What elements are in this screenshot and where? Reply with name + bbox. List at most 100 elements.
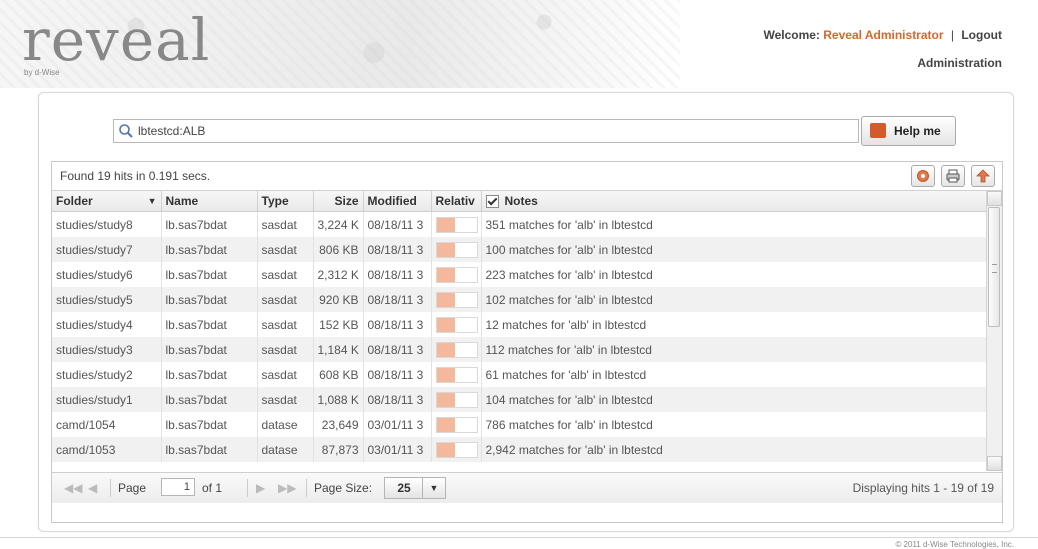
administration-link[interactable]: Administration	[917, 56, 1002, 70]
modified-cell: 08/18/11 3	[363, 312, 432, 337]
folder-cell: studies/study6	[52, 262, 162, 287]
logout-link[interactable]: Logout	[961, 28, 1002, 42]
displaying-hits-label: Displaying hits 1 - 19 of 19	[852, 481, 994, 495]
search-box[interactable]	[113, 119, 859, 143]
column-header-folder[interactable]: Folder ▼	[52, 191, 162, 212]
page-count-label: of 1	[202, 481, 223, 495]
name-cell: lb.sas7bdat	[161, 437, 258, 462]
prev-page-icon[interactable]: ◀	[88, 481, 102, 495]
name-cell: lb.sas7bdat	[161, 237, 258, 262]
relevance-bar-fill	[436, 417, 455, 432]
user-name-link[interactable]: Reveal Administrator	[823, 28, 943, 42]
relevance-bar-fill	[436, 367, 455, 382]
relevance-bar	[435, 316, 478, 333]
folder-cell: camd/1054	[52, 412, 162, 437]
relevance-cell	[431, 287, 482, 312]
size-cell: 23,649	[313, 412, 364, 437]
relevance-bar	[435, 441, 478, 458]
page-number-input[interactable]	[161, 478, 195, 496]
name-cell: lb.sas7bdat	[161, 287, 258, 312]
export-button[interactable]	[971, 165, 995, 187]
relevance-bar-fill	[436, 342, 455, 357]
name-cell: lb.sas7bdat	[161, 312, 258, 337]
size-cell: 920 KB	[313, 287, 364, 312]
table-row[interactable]: camd/1054 lb.sas7bdat datase 23,649 03/01/11…	[52, 412, 987, 437]
logo-text: reveal	[22, 6, 211, 74]
notes-cell: 104 matches for 'alb' in lbtestcd	[481, 387, 987, 412]
table-row[interactable]: studies/study1 lb.sas7bdat sasdat 1,088 K 08…	[52, 387, 987, 412]
relevance-bar	[435, 291, 478, 308]
settings-button[interactable]	[911, 165, 935, 187]
footer-divider	[0, 537, 1038, 538]
type-cell: sasdat	[257, 337, 314, 362]
table-header-row: Folder ▼ Name Type Size Modified Relativ …	[52, 191, 987, 212]
notes-checkbox[interactable]	[485, 195, 499, 209]
size-cell: 608 KB	[313, 362, 364, 387]
relevance-bar	[435, 266, 478, 283]
column-header-relevance[interactable]: Relativ	[431, 191, 482, 212]
notes-cell: 102 matches for 'alb' in lbtestcd	[481, 287, 987, 312]
relevance-bar	[435, 416, 478, 433]
notes-cell: 351 matches for 'alb' in lbtestcd	[481, 211, 987, 237]
relevance-cell	[431, 237, 482, 262]
search-panel: Help me Found 19 hits in 0.191 secs.	[38, 92, 1014, 532]
table-row[interactable]: studies/study3 lb.sas7bdat sasdat 1,184 K 08…	[52, 337, 987, 362]
logo-subtitle: by d-Wise	[24, 68, 60, 77]
table-row[interactable]: camd/1053 lb.sas7bdat datase 87,873 03/01/11…	[52, 437, 987, 462]
relevance-bar	[435, 241, 478, 258]
name-cell: lb.sas7bdat	[161, 387, 258, 412]
relevance-bar-fill	[436, 442, 455, 457]
folder-cell: studies/study2	[52, 362, 162, 387]
print-button[interactable]	[941, 165, 965, 187]
modified-cell: 08/18/11 3	[363, 387, 432, 412]
scroll-up-icon[interactable]	[987, 191, 1002, 206]
type-cell: sasdat	[257, 312, 314, 337]
table-row[interactable]: studies/study5 lb.sas7bdat sasdat 920 KB 08/…	[52, 287, 987, 312]
column-header-type[interactable]: Type	[257, 191, 314, 212]
page-size-select[interactable]: 25	[384, 477, 424, 499]
welcome-separator: |	[950, 28, 954, 42]
column-header-modified[interactable]: Modified	[363, 191, 432, 212]
column-header-size[interactable]: Size	[313, 191, 364, 212]
table-row[interactable]: studies/study2 lb.sas7bdat sasdat 608 KB 08/…	[52, 362, 987, 387]
table-row[interactable]: studies/study8 lb.sas7bdat sasdat 3,224 K 08…	[52, 211, 987, 237]
size-cell: 3,224 K	[313, 211, 364, 237]
help-me-label: Help me	[894, 124, 941, 138]
results-grid: Found 19 hits in 0.191 secs. Folder ▼ Na…	[51, 161, 1003, 523]
next-page-icon[interactable]: ▶	[256, 481, 270, 495]
vertical-scrollbar[interactable]	[986, 191, 1002, 471]
welcome-label: Welcome:	[763, 28, 820, 42]
notes-cell: 61 matches for 'alb' in lbtestcd	[481, 362, 987, 387]
modified-cell: 08/18/11 3	[363, 337, 432, 362]
relevance-cell	[431, 211, 482, 237]
scroll-down-icon[interactable]	[987, 456, 1002, 471]
size-cell: 1,088 K	[313, 387, 364, 412]
name-cell: lb.sas7bdat	[161, 362, 258, 387]
scroll-thumb[interactable]	[988, 207, 1000, 327]
first-page-icon[interactable]: ◀◀	[64, 481, 82, 495]
type-cell: sasdat	[257, 387, 314, 412]
last-page-icon[interactable]: ▶▶	[278, 481, 296, 495]
chevron-down-icon[interactable]: ▼	[422, 477, 446, 499]
relevance-bar-fill	[436, 392, 455, 407]
size-cell: 806 KB	[313, 237, 364, 262]
relevance-cell	[431, 337, 482, 362]
column-header-notes[interactable]: Notes	[481, 191, 987, 212]
sort-down-icon[interactable]: ▼	[148, 196, 157, 206]
notes-cell: 12 matches for 'alb' in lbtestcd	[481, 312, 987, 337]
folder-cell: camd/1053	[52, 437, 162, 462]
relevance-bar	[435, 391, 478, 408]
table-row[interactable]: studies/study7 lb.sas7bdat sasdat 806 KB 08/…	[52, 237, 987, 262]
type-cell: sasdat	[257, 237, 314, 262]
help-me-button[interactable]: Help me	[861, 116, 956, 146]
search-icon	[119, 124, 133, 138]
search-input[interactable]	[136, 122, 840, 140]
table-row[interactable]: studies/study6 lb.sas7bdat sasdat 2,312 K 08…	[52, 262, 987, 287]
size-cell: 1,184 K	[313, 337, 364, 362]
relevance-bar-fill	[436, 292, 455, 307]
modified-cell: 03/01/11 3	[363, 437, 432, 462]
column-header-name[interactable]: Name	[161, 191, 258, 212]
table-row[interactable]: studies/study4 lb.sas7bdat sasdat 152 KB 08/…	[52, 312, 987, 337]
folder-cell: studies/study7	[52, 237, 162, 262]
type-cell: sasdat	[257, 262, 314, 287]
